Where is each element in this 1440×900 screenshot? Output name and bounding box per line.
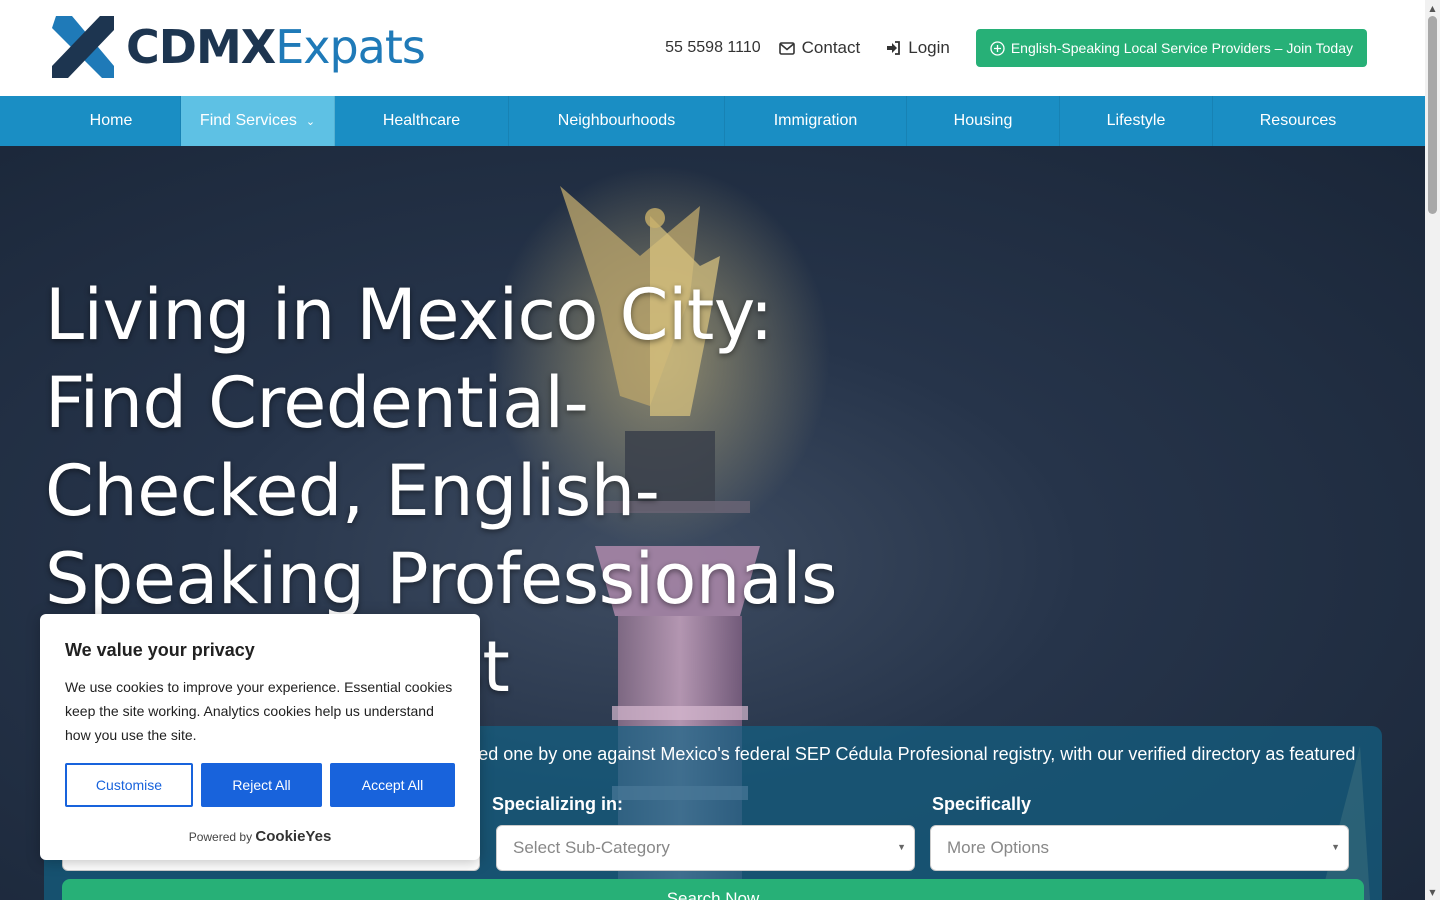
nav-label: Neighbourhoods <box>557 112 676 129</box>
accept-all-button[interactable]: Accept All <box>330 763 455 807</box>
nav-label: Resources <box>1259 112 1337 129</box>
cookie-consent-banner: We value your privacy We use cookies to … <box>40 614 480 860</box>
nav-item-home[interactable]: Home <box>42 96 181 146</box>
join-today-label: English-Speaking Local Service Providers… <box>1010 40 1353 56</box>
cookie-body: We use cookies to improve your experienc… <box>65 679 453 743</box>
login-label: Login <box>908 38 950 57</box>
subcategory-select[interactable]: Select Sub-Category ▼ <box>496 825 915 871</box>
contact-link[interactable]: Contact <box>778 38 861 58</box>
nav-label: Home <box>89 112 133 129</box>
nav-item-healthcare[interactable]: Healthcare <box>335 96 509 146</box>
logo-wordmark: CDMXExpats <box>126 24 426 70</box>
subcategory-placeholder: Select Sub-Category <box>513 838 670 857</box>
scroll-down-arrow-icon[interactable]: ▼ <box>1425 885 1440 900</box>
more-options-placeholder: More Options <box>947 838 1050 857</box>
nav-item-neighbourhoods[interactable]: Neighbourhoods <box>509 96 725 146</box>
phone-number[interactable]: 55 5598 1110 <box>665 39 761 57</box>
nav-label: Find Services <box>199 112 297 129</box>
dropdown-arrow-icon: ▼ <box>1331 842 1340 852</box>
chevron-down-icon: ⌄ <box>305 115 316 128</box>
cookie-title: We value your privacy <box>65 640 255 660</box>
nav-label: Housing <box>953 112 1013 129</box>
powered-by-label: Powered by <box>188 830 253 844</box>
nav-item-find-services[interactable]: Find Services ⌄ <box>181 96 335 146</box>
plus-circle-icon <box>990 40 1005 56</box>
nav-item-lifestyle[interactable]: Lifestyle <box>1060 96 1213 146</box>
main-nav: Home Find Services ⌄ Healthcare Neighbour… <box>0 96 1425 146</box>
login-link[interactable]: Login <box>886 38 950 58</box>
customise-button[interactable]: Customise <box>65 763 193 807</box>
nav-item-housing[interactable]: Housing <box>907 96 1060 146</box>
cookieyes-logo[interactable]: CookieYes <box>255 828 331 845</box>
logo-text-cdmx: CDMX <box>126 20 276 74</box>
scrollbar-thumb[interactable] <box>1428 16 1437 214</box>
powered-by: Powered by CookieYes <box>40 828 480 845</box>
header-links: 55 5598 1110 Contact Login English-Speak… <box>665 29 1367 67</box>
nav-item-immigration[interactable]: Immigration <box>725 96 907 146</box>
nav-label: Healthcare <box>382 112 461 129</box>
nav-label: Immigration <box>773 112 858 129</box>
specifically-label: Specifically <box>932 794 1032 814</box>
nav-item-resources[interactable]: Resources <box>1213 96 1383 146</box>
specializing-label: Specializing in: <box>492 794 624 814</box>
dropdown-arrow-icon: ▼ <box>897 842 906 852</box>
more-options-select[interactable]: More Options ▼ <box>930 825 1349 871</box>
envelope-icon <box>778 41 795 55</box>
site-logo[interactable]: CDMXExpats <box>50 14 426 80</box>
logo-x-icon <box>50 14 116 80</box>
search-now-button[interactable]: Search Now <box>62 879 1364 900</box>
page-scrollbar[interactable]: ▲ ▼ <box>1425 0 1440 900</box>
nav-label: Lifestyle <box>1106 112 1166 129</box>
reject-all-button[interactable]: Reject All <box>201 763 322 807</box>
logo-text-expats: Expats <box>275 20 426 74</box>
contact-label: Contact <box>801 38 861 57</box>
scroll-up-arrow-icon[interactable]: ▲ <box>1425 0 1440 15</box>
sign-in-icon <box>887 41 901 55</box>
site-header: CDMXExpats 55 5598 1110 Contact Login En… <box>0 0 1425 96</box>
join-today-button[interactable]: English-Speaking Local Service Providers… <box>975 29 1367 67</box>
